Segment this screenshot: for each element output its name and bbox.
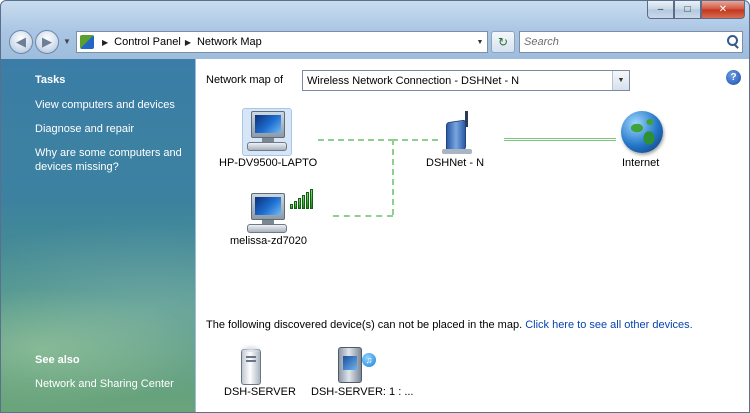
wireless-pc-label[interactable]: melissa-zd7020 (230, 235, 307, 247)
router-body (446, 119, 466, 153)
view-computers-link[interactable]: View computers and devices (35, 98, 193, 112)
navigation-bar: ◀ ▶ ▼ ▶ Control Panel ▶ Network Map ▼ ↻ (1, 27, 749, 57)
keyboard-base (247, 142, 287, 151)
breadcrumb-network-map[interactable]: Network Map (197, 36, 262, 48)
search-icon[interactable] (724, 33, 742, 51)
minimize-button[interactable]: – (647, 1, 674, 19)
chevron-down-icon[interactable]: ▼ (612, 71, 629, 90)
discovered-devices-message: The following discovered device(s) can n… (206, 319, 523, 331)
close-button[interactable]: ✕ (701, 1, 745, 19)
dsh-server-label[interactable]: DSH-SERVER (224, 386, 296, 398)
see-all-devices-link[interactable]: Click here to see all other devices. (525, 319, 693, 331)
network-map-panel: Network map of Wireless Network Connecti… (196, 59, 749, 412)
address-dropdown-icon[interactable]: ▼ (473, 32, 487, 52)
network-map-window: – □ ✕ ◀ ▶ ▼ ▶ Control Panel ▶ Network Ma… (0, 0, 750, 413)
tasks-heading: Tasks (35, 74, 66, 86)
task-pane: Tasks View computers and devices Diagnos… (1, 59, 195, 412)
media-server-box (338, 347, 362, 383)
breadcrumb-separator-icon[interactable]: ▶ (102, 38, 108, 47)
breadcrumb-control-panel[interactable]: Control Panel (114, 36, 181, 48)
connection-select[interactable]: Wireless Network Connection - DSHNet - N… (302, 70, 630, 91)
laptop-computer-icon[interactable] (242, 108, 292, 156)
internet-label[interactable]: Internet (622, 157, 659, 169)
laptop-label[interactable]: HP-DV9500-LAPTO (219, 157, 317, 169)
missing-devices-link[interactable]: Why are some computers and devices missi… (35, 146, 193, 174)
discovered-devices-text: The following discovered device(s) can n… (206, 319, 693, 331)
router-foot (442, 149, 472, 154)
refresh-icon: ↻ (497, 35, 509, 49)
router-label[interactable]: DSHNet - N (426, 157, 484, 169)
internet-connection-line (504, 138, 616, 141)
monitor-shape (251, 111, 285, 138)
diagnose-repair-link[interactable]: Diagnose and repair (35, 122, 193, 136)
forward-arrow-icon: ▶ (42, 34, 52, 49)
music-note-icon: ♫ (362, 353, 376, 367)
search-box (519, 31, 743, 53)
dsh-media-server-label[interactable]: DSH-SERVER: 1 : ... (311, 386, 414, 398)
recent-pages-dropdown-icon[interactable]: ▼ (63, 37, 71, 46)
server-icon[interactable] (239, 344, 263, 385)
address-bar[interactable]: ▶ Control Panel ▶ Network Map ▼ (76, 31, 488, 53)
bus-connection-line (392, 139, 394, 215)
back-arrow-icon: ◀ (16, 34, 26, 49)
router-connection-line (392, 139, 438, 141)
laptop-connection-line (318, 139, 394, 141)
monitor-shape (251, 193, 285, 220)
connection-select-value: Wireless Network Connection - DSHNet - N (307, 74, 520, 87)
desktop-computer-icon[interactable] (245, 193, 289, 235)
router-icon[interactable] (440, 111, 476, 155)
forward-button[interactable]: ▶ (35, 30, 59, 54)
control-panel-icon (80, 35, 94, 49)
maximize-button[interactable]: □ (674, 1, 701, 19)
wireless-pc-connection-line (333, 215, 393, 217)
wireless-signal-icon (290, 189, 313, 209)
help-icon[interactable]: ? (726, 70, 741, 85)
back-button[interactable]: ◀ (9, 30, 33, 54)
see-also-heading: See also (35, 354, 80, 366)
window-controls: – □ ✕ (647, 1, 745, 20)
network-sharing-center-link[interactable]: Network and Sharing Center (35, 377, 193, 391)
breadcrumb-separator-icon[interactable]: ▶ (185, 38, 191, 47)
network-map-label: Network map of (206, 74, 284, 86)
media-server-icon[interactable]: ♫ (336, 345, 376, 385)
keyboard-base (247, 224, 287, 233)
internet-globe-icon[interactable] (621, 111, 663, 153)
refresh-button[interactable]: ↻ (491, 31, 515, 53)
search-input[interactable] (520, 33, 724, 51)
